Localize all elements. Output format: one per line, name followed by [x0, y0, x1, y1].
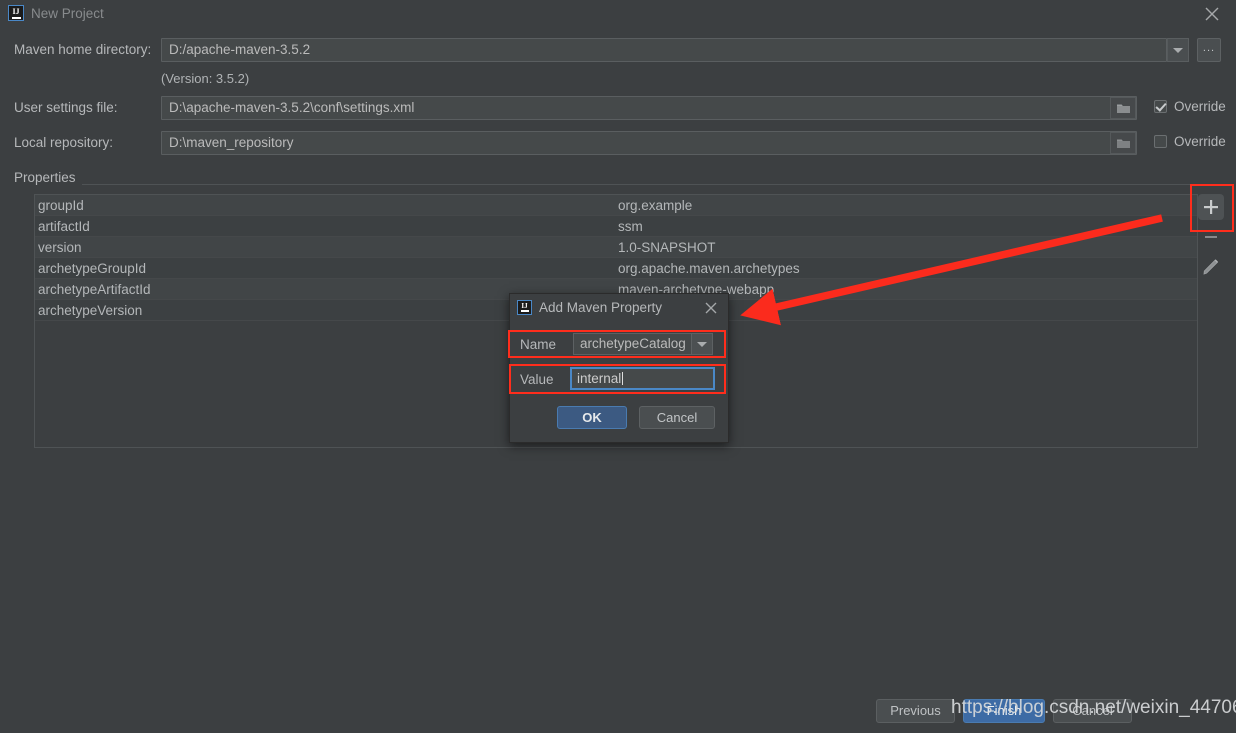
chevron-down-icon	[697, 342, 707, 347]
folder-icon	[1116, 104, 1130, 113]
add-property-button[interactable]	[1198, 194, 1224, 220]
close-icon[interactable]	[1203, 5, 1221, 23]
table-row[interactable]: version 1.0-SNAPSHOT	[35, 237, 1197, 258]
minus-icon	[1205, 236, 1217, 238]
window-titlebar: IJ New Project	[0, 0, 1236, 28]
property-key: version	[38, 240, 82, 255]
dialog-title: Add Maven Property	[539, 300, 663, 315]
property-value: 1.0-SNAPSHOT	[618, 240, 716, 255]
edit-property-button[interactable]	[1198, 254, 1224, 280]
logo-text: IJ	[12, 7, 20, 16]
maven-home-label: Maven home directory:	[14, 42, 152, 57]
dialog-titlebar: IJ Add Maven Property	[510, 294, 728, 322]
ok-button[interactable]: OK	[557, 406, 627, 429]
properties-group-title: Properties	[14, 170, 82, 185]
property-value: org.apache.maven.archetypes	[618, 261, 800, 276]
override-label: Override	[1174, 134, 1226, 149]
property-key: archetypeVersion	[38, 303, 143, 318]
name-combo-dropdown-button[interactable]	[691, 333, 713, 355]
user-settings-folder-button[interactable]	[1110, 97, 1136, 119]
window-title: New Project	[31, 6, 104, 21]
remove-property-button[interactable]	[1198, 224, 1224, 250]
logo-underline	[520, 310, 529, 312]
override-label: Override	[1174, 99, 1226, 114]
value-input-text: internal	[577, 371, 622, 386]
intellij-logo-icon: IJ	[8, 5, 24, 21]
logo-underline	[11, 17, 21, 19]
finish-button[interactable]: Finish	[963, 699, 1045, 723]
text-caret	[622, 372, 624, 385]
property-value: org.example	[618, 198, 693, 213]
checkbox-box-unchecked	[1154, 135, 1167, 148]
intellij-logo-icon: IJ	[517, 300, 532, 315]
value-input[interactable]: internal	[570, 367, 715, 390]
user-settings-override-checkbox[interactable]: Override	[1154, 99, 1226, 114]
chevron-down-icon	[1173, 48, 1183, 53]
maven-home-input[interactable]: D:/apache-maven-3.5.2	[161, 38, 1167, 62]
cancel-button[interactable]: Cancel	[639, 406, 715, 429]
folder-icon	[1116, 139, 1130, 148]
table-row[interactable]: artifactId ssm	[35, 216, 1197, 237]
checkbox-box-checked	[1154, 100, 1167, 113]
pencil-icon	[1203, 259, 1219, 275]
value-field-label: Value	[520, 372, 554, 387]
local-repository-label: Local repository:	[14, 135, 114, 150]
local-repository-input[interactable]: D:\maven_repository	[161, 131, 1137, 155]
plus-icon	[1204, 200, 1218, 214]
property-key: artifactId	[38, 219, 90, 234]
name-combo-input[interactable]: archetypeCatalog	[573, 333, 696, 355]
footer-cancel-button[interactable]: Cancel	[1053, 699, 1132, 723]
maven-home-browse-button[interactable]: ...	[1197, 38, 1221, 62]
property-key: groupId	[38, 198, 84, 213]
property-key: archetypeGroupId	[38, 261, 147, 276]
property-key: archetypeArtifactId	[38, 282, 151, 297]
close-icon[interactable]	[704, 301, 718, 315]
maven-home-dropdown-button[interactable]	[1167, 38, 1189, 62]
table-row[interactable]: groupId org.example	[35, 195, 1197, 216]
previous-button[interactable]: Previous	[876, 699, 955, 723]
name-field-label: Name	[520, 337, 557, 352]
properties-toolbar	[1198, 194, 1226, 294]
user-settings-label: User settings file:	[14, 100, 118, 115]
local-repository-override-checkbox[interactable]: Override	[1154, 134, 1226, 149]
table-row[interactable]: archetypeGroupId org.apache.maven.archet…	[35, 258, 1197, 279]
logo-text: IJ	[521, 302, 528, 310]
maven-version-note: (Version: 3.5.2)	[161, 71, 250, 86]
user-settings-input[interactable]: D:\apache-maven-3.5.2\conf\settings.xml	[161, 96, 1137, 120]
properties-group-divider	[14, 184, 1222, 185]
local-repository-folder-button[interactable]	[1110, 132, 1136, 154]
property-value: ssm	[618, 219, 643, 234]
